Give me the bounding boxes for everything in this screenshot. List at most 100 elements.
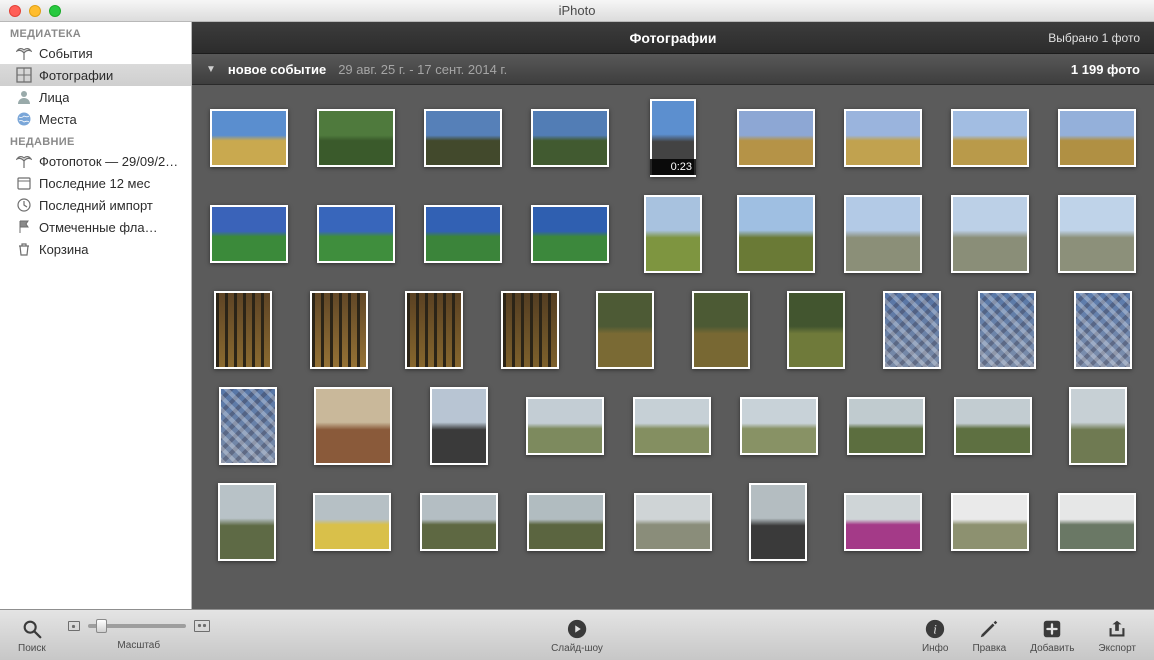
photo-thumbnail[interactable]	[1058, 195, 1136, 273]
photo-thumbnail[interactable]	[210, 291, 277, 369]
zoom-slider[interactable]	[88, 624, 186, 628]
photo-thumbnail[interactable]	[741, 483, 815, 561]
photo-thumbnail[interactable]	[526, 387, 604, 465]
photo-image	[210, 205, 288, 263]
photo-thumbnail[interactable]	[497, 291, 564, 369]
edit-button[interactable]: Правка	[972, 617, 1006, 654]
photo-thumbnail[interactable]	[951, 483, 1029, 561]
event-bar[interactable]: ▼ новое событие 29 авг. 25 г. - 17 сент.…	[192, 54, 1154, 85]
photo-thumbnail[interactable]	[421, 387, 496, 465]
photo-thumbnail[interactable]	[974, 291, 1041, 369]
window-title: iPhoto	[0, 3, 1154, 18]
photo-thumbnail[interactable]	[737, 99, 815, 177]
photo-thumbnail[interactable]	[844, 99, 922, 177]
photo-image	[644, 195, 702, 273]
disclosure-triangle-icon[interactable]: ▼	[206, 64, 216, 75]
photo-thumbnail[interactable]	[424, 99, 502, 177]
photo-thumbnail[interactable]	[844, 195, 922, 273]
photo-thumbnail[interactable]	[951, 195, 1029, 273]
photo-image	[1058, 493, 1136, 551]
photo-image	[531, 109, 609, 167]
photo-thumbnail[interactable]	[638, 195, 708, 273]
photo-thumbnail[interactable]	[420, 483, 498, 561]
photo-thumbnail[interactable]	[317, 195, 395, 273]
photo-row: 0:23	[210, 99, 1136, 177]
photo-row	[210, 483, 1136, 561]
photo-thumbnail[interactable]	[688, 291, 755, 369]
sidebar-item[interactable]: События	[0, 42, 191, 64]
photo-image	[844, 195, 922, 273]
zoom-knob[interactable]	[96, 619, 107, 633]
photo-thumbnail[interactable]	[317, 99, 395, 177]
photo-image	[844, 493, 922, 551]
photo-thumbnail[interactable]: 0:23	[638, 99, 708, 177]
photo-grid[interactable]: 0:23	[192, 85, 1154, 609]
sidebar-item-label: Фотографии	[39, 68, 113, 83]
sidebar-item[interactable]: Места	[0, 108, 191, 130]
photo-thumbnail[interactable]	[527, 483, 605, 561]
zoom-out-icon[interactable]	[68, 621, 80, 631]
photo-thumbnail[interactable]	[1058, 99, 1136, 177]
sidebar-item[interactable]: Последний импорт	[0, 194, 191, 216]
slideshow-label: Слайд-шоу	[551, 643, 603, 654]
search-button[interactable]: Поиск	[18, 617, 46, 654]
photo-thumbnail[interactable]	[210, 99, 288, 177]
zoom-in-icon[interactable]	[194, 620, 210, 632]
photo-thumbnail[interactable]	[1058, 483, 1136, 561]
zoom-label: Масштаб	[117, 640, 160, 651]
photo-thumbnail[interactable]	[1070, 291, 1137, 369]
photo-thumbnail[interactable]	[740, 387, 818, 465]
photo-thumbnail[interactable]	[592, 291, 659, 369]
person-icon	[16, 89, 32, 105]
photo-thumbnail[interactable]	[633, 387, 711, 465]
sidebar-item[interactable]: Отмеченные фла…	[0, 216, 191, 238]
info-label: Инфо	[922, 643, 949, 654]
sidebar-item[interactable]: Последние 12 мес	[0, 172, 191, 194]
photo-row	[210, 195, 1136, 273]
export-label: Экспорт	[1098, 643, 1136, 654]
info-button[interactable]: i Инфо	[922, 617, 949, 654]
photo-thumbnail[interactable]	[634, 483, 712, 561]
photo-thumbnail[interactable]	[210, 387, 285, 465]
sidebar: МЕДИАТЕКАСобытияФотографииЛицаМестаНЕДАВ…	[0, 22, 192, 609]
sidebar-item-label: Лица	[39, 90, 69, 105]
palm-icon	[16, 45, 32, 61]
photo-thumbnail[interactable]	[847, 387, 925, 465]
photo-thumbnail[interactable]	[531, 99, 609, 177]
photo-thumbnail[interactable]	[737, 195, 815, 273]
sidebar-item[interactable]: Фотографии	[0, 64, 191, 86]
photo-image	[424, 205, 502, 263]
photo-thumbnail[interactable]	[1061, 387, 1136, 465]
photo-thumbnail[interactable]	[210, 195, 288, 273]
photo-image	[214, 291, 272, 369]
export-button[interactable]: Экспорт	[1098, 617, 1136, 654]
info-icon: i	[923, 617, 947, 641]
sidebar-item[interactable]: Корзина	[0, 238, 191, 260]
photo-thumbnail[interactable]	[314, 387, 392, 465]
photo-thumbnail[interactable]	[951, 99, 1029, 177]
photo-thumbnail[interactable]	[306, 291, 373, 369]
zoom-control[interactable]: Масштаб	[68, 620, 210, 651]
sidebar-item[interactable]: Лица	[0, 86, 191, 108]
photo-thumbnail[interactable]	[783, 291, 850, 369]
trash-icon	[16, 241, 32, 257]
sidebar-item[interactable]: Фотопоток — 29/09/2…	[0, 150, 191, 172]
photo-thumbnail[interactable]	[424, 195, 502, 273]
photo-thumbnail[interactable]	[401, 291, 468, 369]
photo-image	[847, 397, 925, 455]
slideshow-button[interactable]: Слайд-шоу	[551, 617, 603, 654]
photo-thumbnail[interactable]	[210, 483, 284, 561]
photo-image	[633, 397, 711, 455]
photo-image	[219, 387, 277, 465]
sidebar-item-label: Отмеченные фла…	[39, 220, 158, 235]
photo-image	[405, 291, 463, 369]
photo-image	[1058, 109, 1136, 167]
add-button[interactable]: Добавить	[1030, 617, 1074, 654]
photo-thumbnail[interactable]	[844, 483, 922, 561]
photo-image	[883, 291, 941, 369]
photo-thumbnail[interactable]	[879, 291, 946, 369]
photo-thumbnail[interactable]	[313, 483, 391, 561]
clock-icon	[16, 197, 32, 213]
photo-thumbnail[interactable]	[954, 387, 1032, 465]
photo-thumbnail[interactable]	[531, 195, 609, 273]
